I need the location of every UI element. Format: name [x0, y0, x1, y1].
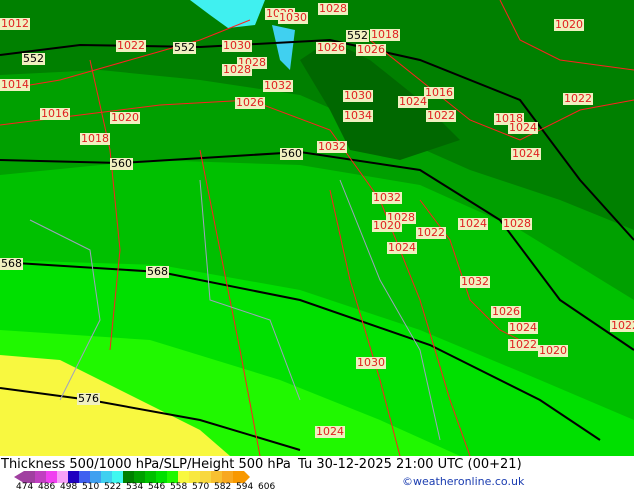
- isobar-label: 1020: [110, 111, 140, 124]
- scale-tick: 486: [38, 482, 56, 492]
- height-label: 560: [280, 147, 303, 160]
- height-label: 552: [346, 29, 369, 42]
- isobar-label: 1020: [372, 219, 402, 232]
- scale-tick: 534: [126, 482, 144, 492]
- isobar-label: 1016: [424, 86, 454, 99]
- isobar-label: 1024: [398, 95, 428, 108]
- isobar-label: 1022: [610, 320, 634, 332]
- isobar-label: 1012: [0, 17, 30, 30]
- isobar-label: 1022: [416, 226, 446, 239]
- scale-tick: 498: [60, 482, 78, 492]
- isobar-label: 1026: [491, 305, 521, 318]
- height-label: 552: [22, 52, 45, 65]
- isobar-label: 1024: [511, 147, 541, 160]
- isobar-label: 1020: [554, 18, 584, 31]
- isobar-label: 1032: [372, 191, 402, 204]
- isobar-label: 1026: [356, 43, 386, 56]
- scale-tick: 474: [16, 482, 34, 492]
- isobar-label: 1030: [356, 356, 386, 369]
- isobar-label: 1018: [80, 132, 110, 145]
- isobar-label: 1032: [263, 79, 293, 92]
- isobar-label: 1024: [315, 425, 345, 438]
- scale-tick: 558: [170, 482, 188, 492]
- isobar-label: 1030: [343, 89, 373, 102]
- height-label: 560: [110, 157, 133, 170]
- scale-tick: 606: [258, 482, 276, 492]
- isobar-label: 1022: [116, 39, 146, 52]
- height-label: 552: [173, 41, 196, 54]
- footer: Thickness 500/1000 hPa/SLP/Height 500 hP…: [0, 456, 634, 492]
- isobar-label: 1028: [502, 217, 532, 230]
- isobar-label: 1014: [0, 78, 30, 91]
- valid-time: Tu 30-12-2025 21:00 UTC (00+21): [298, 457, 522, 472]
- height-label: 568: [0, 257, 23, 270]
- isobar-label: 1024: [508, 321, 538, 334]
- map-title: Thickness 500/1000 hPa/SLP/Height 500 hP…: [1, 457, 291, 472]
- isobar-label: 1028: [318, 2, 348, 15]
- isobar-label: 1026: [316, 41, 346, 54]
- isobar-label: 1020: [538, 344, 568, 357]
- height-label: 576: [77, 392, 100, 405]
- isobar-label: 1018: [370, 28, 400, 41]
- scale-tick: 570: [192, 482, 210, 492]
- isobar-label: 1024: [508, 121, 538, 134]
- isobar-label: 1028: [222, 63, 252, 76]
- isobar-label: 1022: [426, 109, 456, 122]
- isobar-label: 1030: [278, 11, 308, 24]
- scale-tick: 594: [236, 482, 254, 492]
- isobar-label: 1032: [460, 275, 490, 288]
- weather-map: 1012 1022 1028 1030 1028 1026 1018 1026 1014 1028…: [0, 0, 634, 457]
- isobar-label: 1030: [222, 39, 252, 52]
- isobar-label: 1034: [343, 109, 373, 122]
- height-label: 568: [146, 265, 169, 278]
- scale-tick: 510: [82, 482, 100, 492]
- isobar-label: 1032: [317, 140, 347, 153]
- isobar-label: 1022: [563, 92, 593, 105]
- scale-tick: 522: [104, 482, 122, 492]
- scale-tick: 582: [214, 482, 232, 492]
- thickness-field: [0, 0, 634, 457]
- isobar-label: 1026: [235, 96, 265, 109]
- isobar-label: 1022: [508, 338, 538, 351]
- isobar-label: 1016: [40, 107, 70, 120]
- isobar-label: 1024: [387, 241, 417, 254]
- scale-tick: 546: [148, 482, 166, 492]
- isobar-label: 1024: [458, 217, 488, 230]
- credit-link[interactable]: ©weatheronline.co.uk: [402, 475, 524, 488]
